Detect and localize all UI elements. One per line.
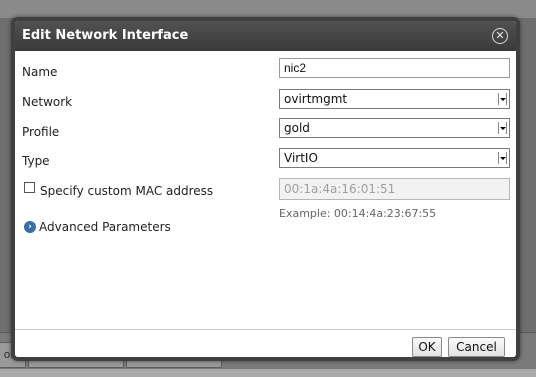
mac-address-field[interactable]: 00:1a:4a:16:01:51 bbox=[279, 178, 510, 200]
dialog-footer: OK Cancel bbox=[15, 329, 516, 357]
background-strip bbox=[0, 369, 536, 377]
custom-mac-label: Specify custom MAC address bbox=[40, 184, 214, 198]
ok-button[interactable]: OK bbox=[412, 337, 442, 357]
advanced-parameters-toggle[interactable]: Advanced Parameters bbox=[39, 220, 171, 234]
dialog-title-bar: Edit Network Interface ✕ bbox=[15, 21, 516, 51]
network-label: Network bbox=[22, 95, 73, 109]
cancel-button[interactable]: Cancel bbox=[448, 337, 505, 357]
background-header bbox=[0, 0, 536, 18]
profile-select[interactable]: gold bbox=[279, 118, 510, 138]
profile-select-value: gold bbox=[284, 121, 310, 135]
network-select-value: ovirtmgmt bbox=[284, 92, 348, 106]
type-label: Type bbox=[22, 154, 50, 168]
custom-mac-checkbox[interactable] bbox=[24, 182, 35, 193]
edit-network-interface-dialog: Edit Network Interface ✕ Name Network ov… bbox=[11, 17, 520, 361]
type-select[interactable]: VirtIO bbox=[279, 148, 510, 168]
close-icon[interactable]: ✕ bbox=[492, 28, 508, 44]
network-select[interactable]: ovirtmgmt bbox=[279, 89, 510, 109]
chevron-down-icon bbox=[498, 93, 507, 105]
name-input[interactable] bbox=[279, 58, 510, 78]
dialog-title: Edit Network Interface bbox=[22, 28, 189, 43]
chevron-down-icon bbox=[498, 122, 507, 134]
name-label: Name bbox=[22, 65, 58, 79]
chevron-right-icon[interactable]: › bbox=[24, 221, 36, 233]
mac-example-text: Example: 00:14:4a:23:67:55 bbox=[279, 207, 437, 220]
type-select-value: VirtIO bbox=[284, 151, 318, 165]
chevron-down-icon bbox=[498, 152, 507, 164]
dialog-content: Name Network ovirtmgmt Profile gold Type… bbox=[15, 51, 516, 329]
profile-label: Profile bbox=[22, 125, 60, 139]
